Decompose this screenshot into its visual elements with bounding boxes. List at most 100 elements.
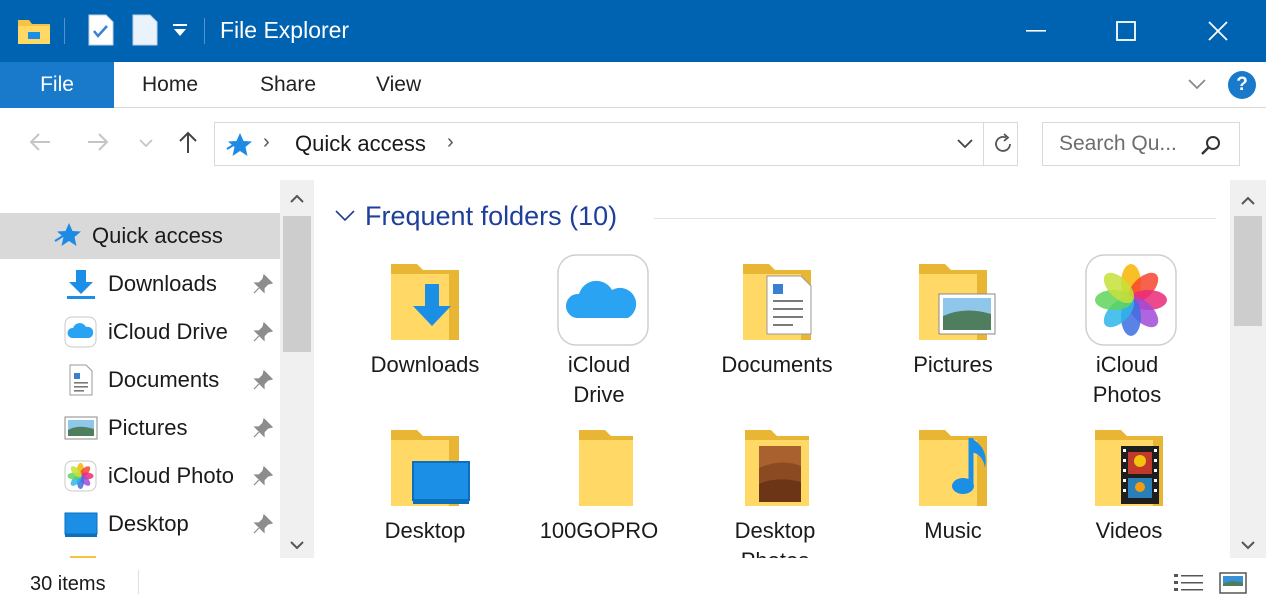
status-divider bbox=[138, 570, 139, 594]
folder-tile-100gopro[interactable]: 100GOPRO bbox=[524, 424, 674, 554]
new-folder-icon[interactable] bbox=[132, 14, 158, 51]
folder-tile-videos[interactable]: Videos bbox=[1054, 424, 1204, 554]
folder-pictures-icon bbox=[909, 254, 1005, 350]
folder-documents-icon bbox=[733, 254, 829, 350]
folder-app-icon[interactable] bbox=[16, 14, 52, 51]
quick-access-star-icon bbox=[225, 131, 255, 164]
pin-icon[interactable] bbox=[252, 417, 274, 444]
nav-label-desktop: Desktop bbox=[108, 511, 189, 536]
nav-label-icloud-photos: iCloud Photo bbox=[108, 463, 234, 488]
folder-tile-documents[interactable]: Documents bbox=[702, 254, 852, 410]
frequent-folders-header[interactable]: Frequent folders (10) bbox=[365, 201, 617, 232]
back-arrow-icon[interactable] bbox=[26, 128, 54, 161]
pin-icon[interactable] bbox=[252, 513, 274, 540]
collapse-group-chevron-icon[interactable] bbox=[334, 208, 356, 229]
refresh-icon[interactable] bbox=[991, 132, 1015, 161]
folder-label-downloads: Downloads bbox=[370, 352, 480, 377]
maximize-button[interactable] bbox=[1080, 0, 1172, 62]
tab-view[interactable]: View bbox=[376, 62, 421, 108]
nav-pane-scroll-thumb[interactable] bbox=[283, 216, 311, 352]
address-bar[interactable]: › Quick access › bbox=[214, 122, 1018, 166]
breadcrumb-chevron-icon[interactable]: › bbox=[263, 131, 270, 154]
nav-label-icloud-drive: iCloud Drive bbox=[108, 319, 228, 344]
folder-tile-downloads[interactable]: Downloads bbox=[350, 254, 500, 410]
pin-icon[interactable] bbox=[252, 465, 274, 492]
scroll-up-arrow-icon[interactable] bbox=[1231, 186, 1265, 216]
content-pane: Frequent folders (10) Downloads iCloud D… bbox=[314, 180, 1230, 558]
qat-separator bbox=[64, 18, 65, 44]
folder-label-music: Music bbox=[924, 518, 982, 543]
folder-label-icloud-drive: iCloud Drive bbox=[567, 352, 631, 407]
tab-file[interactable]: File bbox=[0, 62, 114, 108]
folder-music-icon bbox=[909, 424, 1005, 520]
scroll-down-arrow-icon[interactable] bbox=[1231, 530, 1265, 560]
details-view-icon[interactable] bbox=[1172, 570, 1206, 601]
help-button[interactable]: ? bbox=[1228, 71, 1256, 99]
folder-tile-icloud-photos[interactable]: iCloud Photos bbox=[1052, 254, 1202, 414]
group-header-divider bbox=[654, 218, 1216, 219]
breadcrumb-chevron-icon[interactable]: › bbox=[447, 131, 454, 154]
tab-home[interactable]: Home bbox=[142, 62, 198, 108]
customize-qat-dropdown-icon[interactable] bbox=[172, 24, 188, 43]
folder-label-icloud-photos: iCloud Photos bbox=[1092, 352, 1162, 407]
pin-icon[interactable] bbox=[252, 273, 274, 300]
nav-item-pictures[interactable]: Pictures bbox=[0, 405, 280, 451]
status-bar: 30 items bbox=[0, 558, 1266, 606]
qat-separator bbox=[204, 18, 205, 44]
forward-arrow-icon[interactable] bbox=[84, 128, 112, 161]
desktop-icon bbox=[64, 508, 98, 540]
nav-item-desktop[interactable]: Desktop bbox=[0, 501, 280, 547]
search-placeholder: Search Qu... bbox=[1059, 132, 1177, 155]
folder-tile-music[interactable]: Music bbox=[878, 424, 1028, 554]
content-scroll-thumb[interactable] bbox=[1234, 216, 1262, 326]
minimize-button[interactable] bbox=[990, 0, 1082, 62]
icloud-photos-icon bbox=[1083, 254, 1179, 350]
scroll-up-arrow-icon[interactable] bbox=[280, 184, 314, 214]
folder-tile-desktop-photos[interactable]: Desktop Photos bbox=[700, 424, 850, 558]
folder-tile-icloud-drive[interactable]: iCloud Drive bbox=[524, 254, 674, 414]
search-icon[interactable] bbox=[1199, 133, 1223, 162]
tab-share[interactable]: Share bbox=[260, 62, 316, 108]
nav-label-documents: Documents bbox=[108, 367, 220, 392]
folder-photo-icon bbox=[731, 424, 827, 520]
folder-videos-icon bbox=[1085, 424, 1181, 520]
folder-label-desktop-photos: Desktop Photos bbox=[734, 518, 816, 558]
folder-icon bbox=[555, 424, 651, 520]
properties-icon[interactable] bbox=[88, 14, 114, 51]
large-icons-view-icon[interactable] bbox=[1218, 570, 1248, 601]
folder-tile-pictures[interactable]: Pictures bbox=[878, 254, 1028, 410]
window-title: File Explorer bbox=[220, 17, 350, 43]
folder-tile-desktop[interactable]: Desktop bbox=[350, 424, 500, 554]
pin-icon[interactable] bbox=[252, 321, 274, 348]
folder-desktop-icon bbox=[381, 424, 477, 520]
navigation-pane: Quick access Downloads iCloud Drive Docu… bbox=[0, 180, 314, 558]
breadcrumb-quick-access[interactable]: Quick access bbox=[295, 131, 426, 157]
nav-item-downloads[interactable]: Downloads bbox=[0, 261, 280, 307]
pin-icon[interactable] bbox=[252, 369, 274, 396]
folder-label-documents: Documents bbox=[721, 352, 833, 377]
folder-label-pictures: Pictures bbox=[913, 352, 993, 377]
nav-item-icloud-drive[interactable]: iCloud Drive bbox=[0, 309, 280, 355]
address-history-dropdown-icon[interactable] bbox=[955, 135, 975, 158]
downloads-arrow-icon bbox=[64, 268, 98, 300]
nav-item-icloud-photos[interactable]: iCloud Photo bbox=[0, 453, 280, 499]
icloud-photos-icon bbox=[64, 460, 98, 492]
documents-icon bbox=[64, 364, 98, 396]
nav-item-quick-access[interactable]: Quick access bbox=[0, 213, 280, 259]
up-arrow-icon[interactable] bbox=[174, 128, 202, 161]
navigation-bar: › Quick access › Search Qu... bbox=[0, 108, 1266, 180]
scroll-down-arrow-icon[interactable] bbox=[280, 530, 314, 560]
search-input[interactable]: Search Qu... bbox=[1042, 122, 1240, 166]
quick-access-star-icon bbox=[52, 220, 86, 252]
nav-label-pictures: Pictures bbox=[108, 415, 188, 440]
folder-label-desktop: Desktop bbox=[384, 518, 466, 543]
item-count: 30 items bbox=[30, 573, 106, 595]
recent-locations-chevron-icon[interactable] bbox=[138, 136, 154, 154]
nav-item-documents[interactable]: Documents bbox=[0, 357, 280, 403]
close-button[interactable] bbox=[1172, 0, 1264, 62]
pictures-icon bbox=[64, 412, 98, 444]
expand-ribbon-chevron-icon[interactable] bbox=[1186, 74, 1208, 99]
address-divider bbox=[983, 123, 984, 165]
folder-label-100gopro: 100GOPRO bbox=[539, 518, 659, 543]
nav-label-downloads: Downloads bbox=[108, 271, 217, 296]
